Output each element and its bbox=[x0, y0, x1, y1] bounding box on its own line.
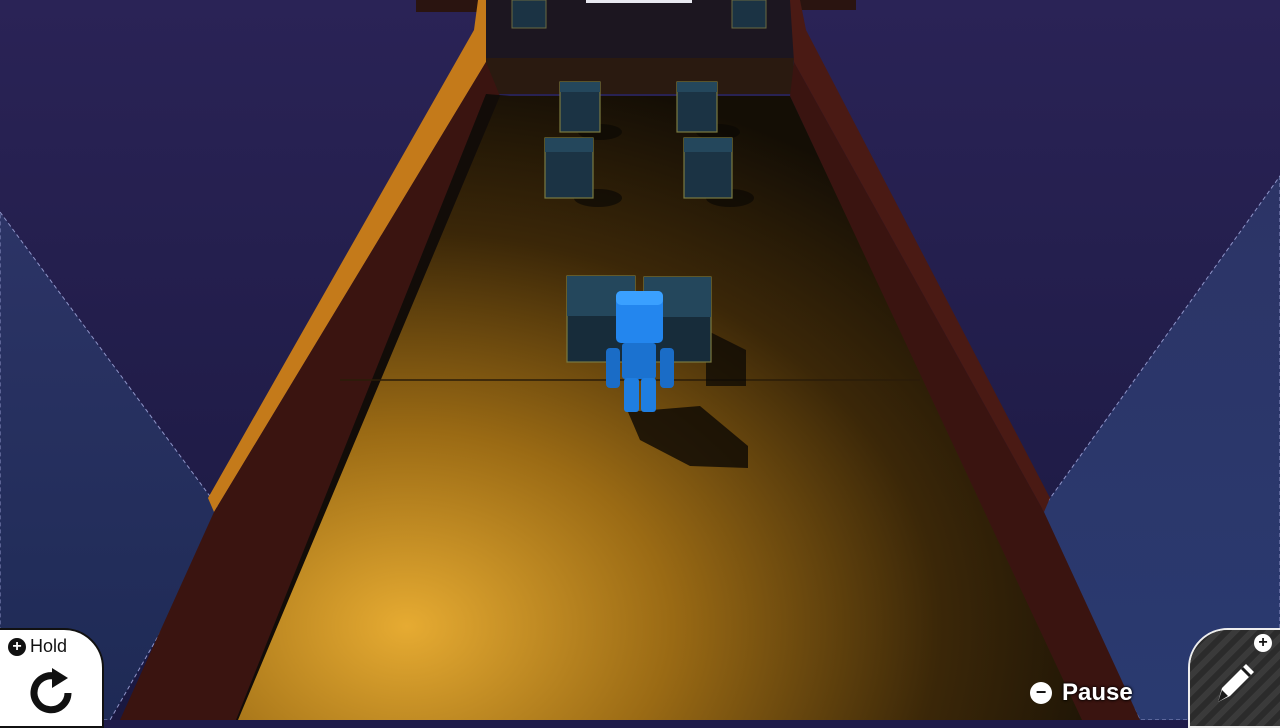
pause-label: Pause bbox=[1062, 679, 1133, 706]
hold-panel[interactable]: + Hold bbox=[0, 628, 104, 728]
pause-control[interactable]: − Pause bbox=[1030, 678, 1133, 708]
far-wall-left bbox=[416, 0, 486, 12]
robot-body bbox=[622, 343, 656, 379]
block-top bbox=[545, 138, 593, 152]
robot-leg-right bbox=[641, 378, 656, 412]
robot-head-top bbox=[616, 291, 663, 305]
robot-leg-left bbox=[624, 378, 639, 412]
block-top bbox=[677, 82, 717, 92]
plus-button-icon: + bbox=[1254, 634, 1272, 652]
game-scene bbox=[0, 0, 1280, 720]
robot-arm-left bbox=[606, 348, 620, 388]
hold-label: Hold bbox=[30, 636, 68, 656]
far-block-left bbox=[511, 0, 547, 29]
block-top bbox=[684, 138, 732, 152]
edit-panel[interactable]: + bbox=[1188, 628, 1280, 728]
robot-arm-right bbox=[660, 348, 674, 388]
block-top bbox=[560, 82, 600, 92]
far-ledge bbox=[484, 58, 794, 94]
rotate-icon bbox=[30, 668, 72, 714]
far-light-strip bbox=[586, 0, 692, 3]
minus-button-icon: − bbox=[1030, 682, 1052, 704]
plus-button-icon: + bbox=[8, 638, 26, 656]
pencil-icon bbox=[1218, 664, 1254, 702]
far-block-right bbox=[731, 0, 767, 29]
